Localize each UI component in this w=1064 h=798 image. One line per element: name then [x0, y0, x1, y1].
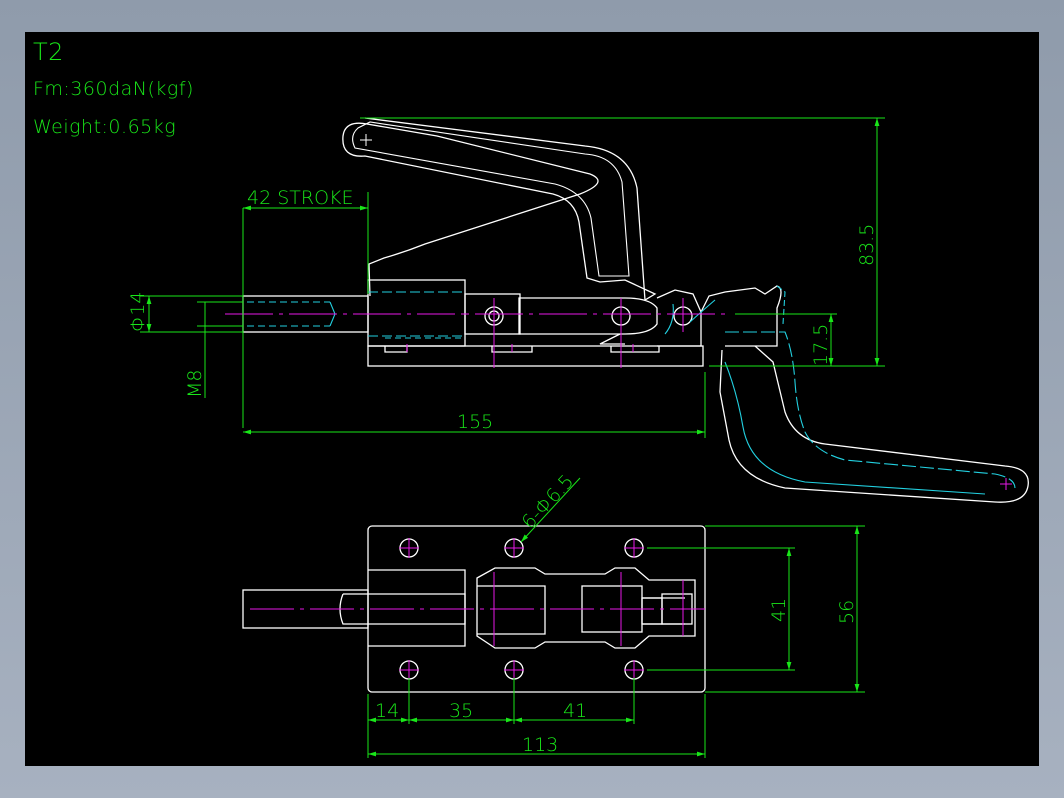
pitch-2-dim: 41 [563, 700, 587, 722]
thread-dim: M8 [184, 370, 206, 398]
overall-length-dim: 155 [457, 411, 493, 433]
dimensions-top [367, 477, 865, 758]
handle-upper-inner [352, 121, 630, 277]
handle-height-dim: 83.5 [856, 224, 878, 266]
dimensions-side [140, 117, 885, 438]
drawing-title: T2 [33, 38, 64, 66]
stroke-dim: 42 STROKE [247, 187, 354, 209]
side-view [242, 117, 1029, 503]
base-length-dim: 113 [522, 734, 558, 756]
hidden-lines-side [247, 285, 1016, 495]
drawing-canvas: T2 Fm:360daN(kgf) Weight:0.65kg 42 STROK… [25, 32, 1039, 766]
base-plate-side [367, 345, 704, 367]
force-label: Fm:360daN(kgf) [33, 78, 194, 100]
handle-upper-outline [342, 117, 657, 302]
hole-span-dim: 41 [768, 598, 790, 622]
link-bar [518, 297, 658, 335]
rod-diameter-dim: Φ14 [127, 291, 149, 332]
rod-body-top [368, 569, 466, 647]
holes-dim: 6-Φ6.5 [518, 470, 579, 533]
base-plate-top [367, 525, 706, 693]
pitch-1-dim: 35 [449, 700, 473, 722]
weight-label: Weight:0.65kg [33, 116, 176, 138]
cad-drawing: T2 Fm:360daN(kgf) Weight:0.65kg 42 STROK… [33, 38, 1029, 758]
base-width-dim: 56 [836, 600, 858, 624]
edge-offset-dim: 14 [375, 700, 399, 722]
rod-height-dim: 17.5 [810, 324, 832, 366]
